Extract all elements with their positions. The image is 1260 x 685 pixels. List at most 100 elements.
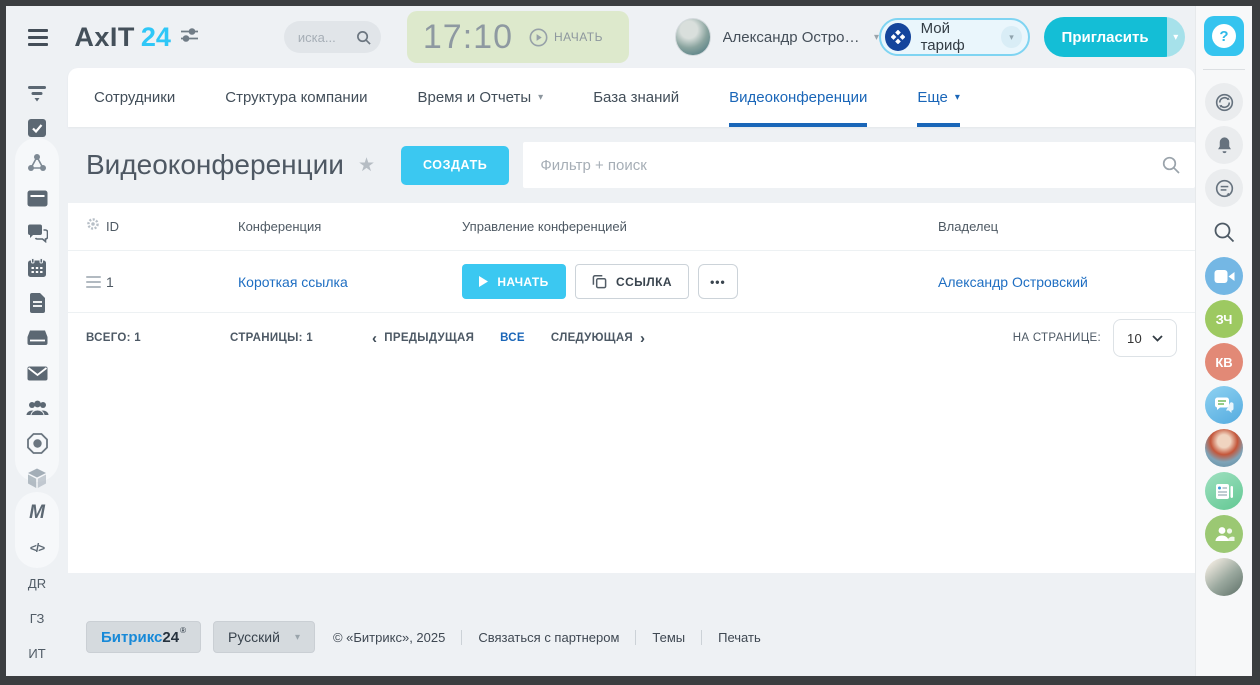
people-icon[interactable] (25, 397, 49, 419)
pages-count: СТРАНИЦЫ: 1 (230, 332, 310, 344)
footer-link-themes[interactable]: Темы (635, 630, 685, 645)
code-icon[interactable]: </> (25, 537, 49, 559)
left-sidebar: M </> ДR ГЗ ИТ (6, 68, 68, 676)
column-header-management[interactable]: Управление конференцией (462, 219, 938, 234)
language-select[interactable]: Русский ▾ (213, 621, 315, 653)
chat-history-button[interactable] (1205, 169, 1243, 207)
invite-label[interactable]: Пригласить (1044, 17, 1167, 57)
notifications-bell-button[interactable] (1205, 126, 1243, 164)
column-header-id[interactable]: ID (106, 219, 238, 234)
video-call-button[interactable] (1205, 257, 1243, 295)
kanban-icon[interactable] (25, 187, 49, 209)
column-header-conference[interactable]: Конференция (238, 219, 462, 234)
network-icon[interactable] (25, 152, 49, 174)
create-button[interactable]: СОЗДАТЬ (401, 146, 509, 185)
help-button[interactable]: ? (1204, 16, 1244, 56)
tab-company-structure[interactable]: Структура компании (225, 68, 367, 127)
user-name[interactable]: Александр Островск... (723, 29, 867, 46)
pagination: ВСЕГО: 1 СТРАНИЦЫ: 1 ‹ПРЕДЫДУЩАЯ ВСЕ СЛЕ… (68, 313, 1195, 363)
tasks-icon[interactable] (25, 117, 49, 139)
logo-number: 24 (141, 22, 171, 53)
filter-search[interactable] (523, 142, 1195, 188)
all-pages-button[interactable]: ВСЕ (500, 332, 525, 344)
total-count: ВСЕГО: 1 (86, 332, 230, 344)
per-page-select[interactable]: 10 (1113, 319, 1177, 357)
timer-start-label: НАЧАТЬ (554, 30, 603, 44)
sidebar-item-it[interactable]: ИТ (25, 642, 49, 664)
footer: Битрикс24® Русский ▾ © «Битрикс», 2025 С… (68, 621, 1195, 653)
tab-time-reports[interactable]: Время и Отчеты▾ (417, 68, 543, 127)
user-badge-zch[interactable]: ЗЧ (1205, 300, 1243, 338)
sidebar-item-gz[interactable]: ГЗ (25, 607, 49, 629)
sliders-icon[interactable] (181, 27, 198, 48)
user-avatar[interactable] (675, 18, 710, 56)
global-search[interactable] (284, 21, 381, 53)
row-id: 1 (106, 274, 238, 290)
main-area: Сотрудники Структура компании Время и От… (68, 68, 1195, 676)
conference-link[interactable]: Короткая ссылка (238, 274, 462, 290)
copyright: © «Битрикс», 2025 (333, 630, 445, 645)
tab-knowledge-base[interactable]: База знаний (593, 68, 679, 127)
chat-icon[interactable] (25, 222, 49, 244)
chevron-right-icon: › (640, 331, 645, 346)
owner-link[interactable]: Александр Островский (938, 274, 1195, 290)
messenger-button[interactable] (1205, 386, 1243, 424)
per-page-label: НА СТРАНИЦЕ: (1013, 332, 1101, 344)
search-button[interactable] (1213, 221, 1235, 248)
footer-link-partner[interactable]: Связаться с партнером (461, 630, 619, 645)
tab-employees[interactable]: Сотрудники (94, 68, 175, 127)
favorite-star-icon[interactable]: ★ (358, 154, 375, 177)
my-tariff-button[interactable]: Мой тариф ▾ (879, 18, 1029, 56)
next-page-button[interactable]: СЛЕДУЮЩАЯ› (551, 331, 645, 346)
bitrix24-logo-button[interactable]: Битрикс24® (86, 621, 201, 653)
more-actions-button[interactable]: ••• (698, 264, 738, 299)
worktime-timer[interactable]: 17:10 НАЧАТЬ (407, 11, 629, 63)
sidebar-item-dr[interactable]: ДR (25, 572, 49, 594)
two-people-icon (1214, 526, 1235, 542)
news-doc-icon (1215, 483, 1234, 500)
filter-search-input[interactable] (523, 142, 1195, 188)
copy-link-button[interactable]: ССЫЛКА (575, 264, 689, 299)
chevron-down-icon: ▾ (955, 92, 960, 103)
partner-avatar[interactable] (1205, 558, 1243, 596)
tab-videoconferences[interactable]: Видеоконференции (729, 68, 867, 127)
column-header-owner[interactable]: Владелец (938, 219, 1195, 234)
documents-icon[interactable] (25, 292, 49, 314)
question-icon: ? (1212, 24, 1236, 48)
drag-handle-icon[interactable] (86, 273, 101, 291)
calendar-icon[interactable] (25, 257, 49, 279)
drive-icon[interactable] (25, 327, 49, 349)
footer-link-print[interactable]: Печать (701, 630, 761, 645)
video-camera-icon (1214, 269, 1235, 284)
bitrix24-mark-icon (885, 23, 911, 51)
page-header: Видеоконференции ★ СОЗДАТЬ (68, 127, 1195, 203)
app-logo[interactable]: AxIT 24 (74, 22, 171, 53)
table-header: ID Конференция Управление конференцией В… (68, 203, 1195, 251)
prev-page-button[interactable]: ‹ПРЕДЫДУЩАЯ (372, 331, 474, 346)
chevron-down-icon: ▾ (295, 632, 300, 643)
assistant-avatar[interactable] (1205, 429, 1243, 467)
copy-icon (592, 274, 607, 289)
start-conference-button[interactable]: НАЧАТЬ (462, 264, 566, 299)
cube-icon[interactable] (25, 467, 49, 489)
invite-button[interactable]: Пригласить ▾ (1044, 17, 1185, 57)
chevron-down-icon: ▾ (538, 92, 543, 103)
marketing-icon[interactable]: M (25, 502, 49, 524)
play-circle-icon (529, 28, 548, 47)
top-menu: Сотрудники Структура компании Время и От… (68, 68, 1195, 127)
sites-icon[interactable] (25, 432, 49, 454)
global-search-input[interactable] (298, 30, 356, 45)
user-badge-kv[interactable]: КВ (1205, 343, 1243, 381)
timer-start-button[interactable]: НАЧАТЬ (529, 28, 603, 47)
tab-more[interactable]: Еще▾ (917, 68, 960, 127)
globe-sync-button[interactable] (1205, 83, 1243, 121)
table-settings-gear-icon[interactable] (86, 217, 106, 236)
mail-icon[interactable] (25, 362, 49, 384)
menu-hamburger-icon[interactable] (28, 25, 48, 50)
invite-dropdown[interactable]: ▾ (1167, 17, 1185, 57)
feed-icon[interactable] (25, 82, 49, 104)
search-icon (356, 30, 371, 45)
contacts-button[interactable] (1205, 515, 1243, 553)
page-title: Видеоконференции (86, 149, 344, 181)
news-button[interactable] (1205, 472, 1243, 510)
